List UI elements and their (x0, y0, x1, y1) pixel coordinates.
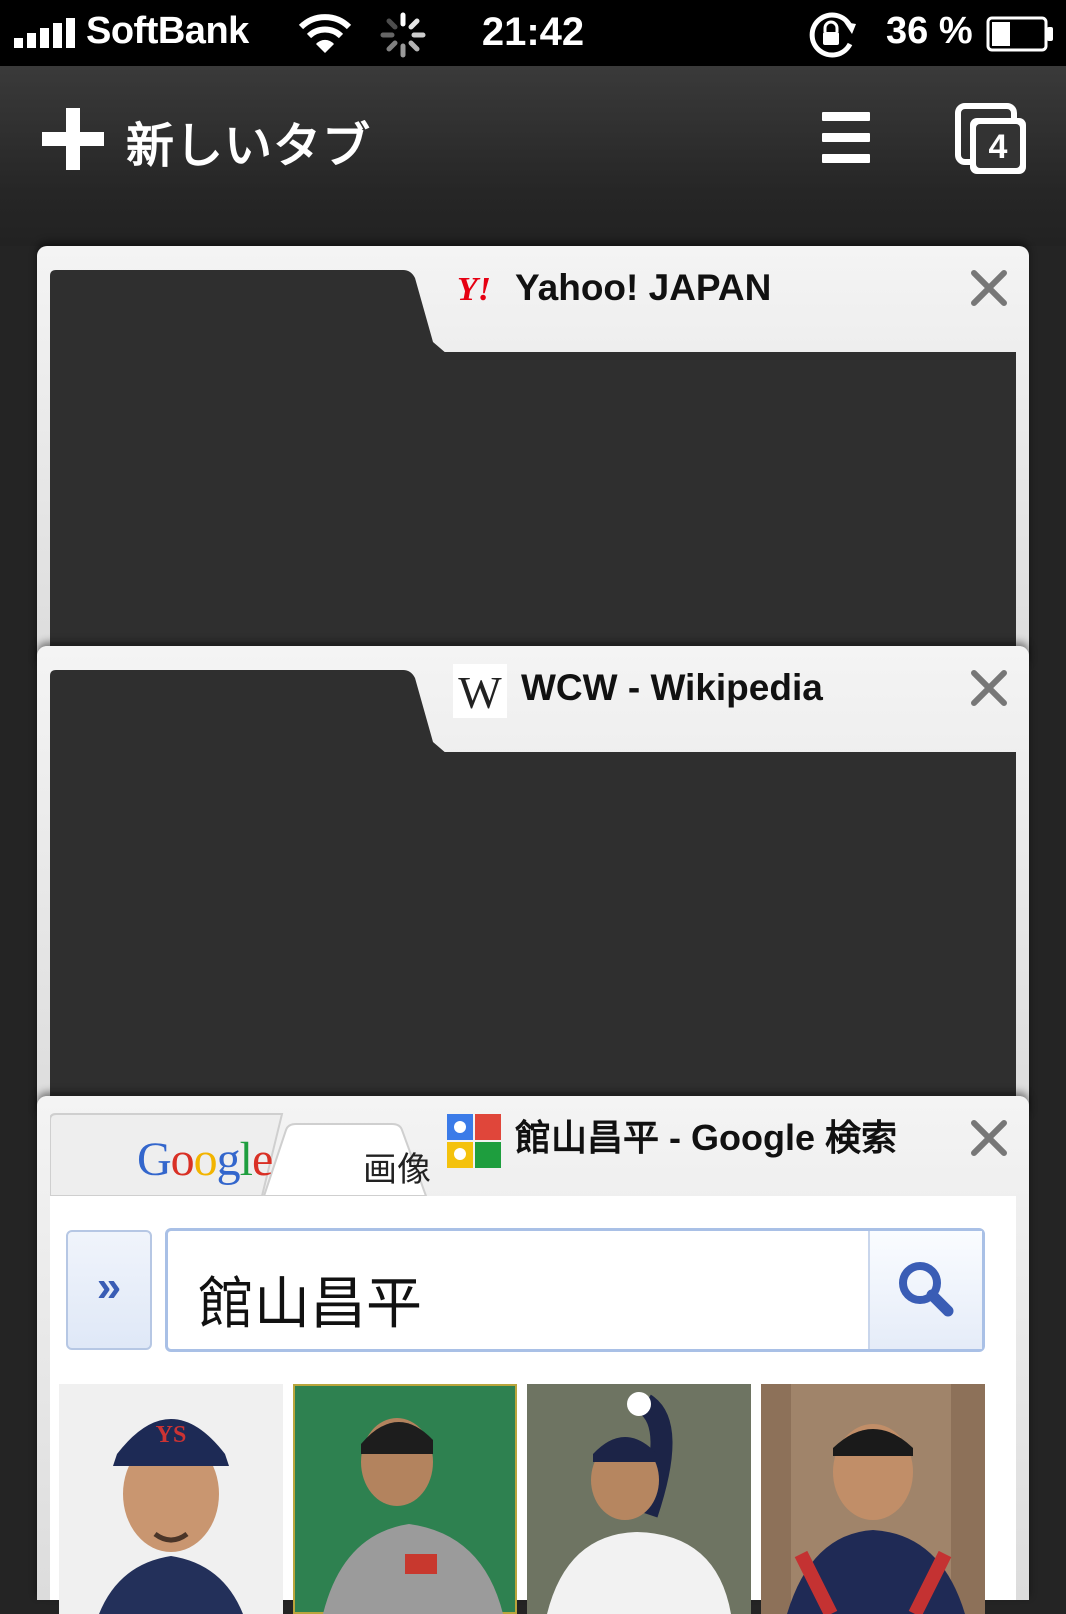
search-icon (899, 1262, 954, 1317)
battery-percent: 36 % (886, 10, 973, 52)
tab-card-google[interactable]: Google 画像 館山昌平 - Google 検索 » 館山昌平 YS (37, 1096, 1029, 1614)
tab-title: WCW - Wikipedia (521, 667, 823, 708)
close-icon[interactable] (969, 1118, 1009, 1158)
google-logo[interactable]: Google (137, 1132, 273, 1187)
google-page-preview: » 館山昌平 YS (50, 1196, 1016, 1614)
more-button[interactable]: » (66, 1230, 152, 1350)
player-photo-1: YS (59, 1384, 283, 1614)
close-icon[interactable] (969, 668, 1009, 708)
battery-icon (986, 16, 1053, 52)
status-bar: SoftBank 21:42 36 % (0, 0, 1066, 66)
plus-icon[interactable] (42, 108, 104, 170)
google-icon (447, 1114, 501, 1168)
new-tab-button[interactable]: 新しいタブ (126, 106, 371, 176)
tab-title: 館山昌平 - Google 検索 (515, 1117, 897, 1158)
svg-text:W: W (458, 667, 502, 718)
tab-title: Yahoo! JAPAN (515, 267, 772, 308)
image-result-4[interactable] (761, 1384, 985, 1614)
tabs-icon[interactable]: 4 (954, 102, 1030, 178)
player-photo-4 (761, 1384, 985, 1614)
tab-card-wikipedia[interactable]: W WCW - Wikipedia (37, 646, 1029, 1116)
svg-text:Y!: Y! (457, 271, 491, 308)
tab-card-yahoo[interactable]: Y! Yahoo! JAPAN (37, 246, 1029, 666)
search-button[interactable] (868, 1231, 982, 1349)
tab-count: 4 (989, 128, 1008, 166)
toolbar: 新しいタブ 4 (0, 66, 1066, 246)
menu-icon[interactable] (822, 110, 870, 166)
player-photo-3 (527, 1384, 751, 1614)
svg-text:YS: YS (156, 1422, 187, 1448)
close-icon[interactable] (969, 268, 1009, 308)
images-tab[interactable]: 画像 (363, 1142, 431, 1191)
search-query[interactable]: 館山昌平 (198, 1259, 422, 1340)
yahoo-icon: Y! (457, 271, 491, 308)
search-input[interactable]: 館山昌平 (165, 1228, 985, 1352)
rotation-lock-icon (809, 12, 856, 58)
wikipedia-icon: W (453, 664, 507, 718)
image-result-1[interactable]: YS (59, 1384, 283, 1614)
image-result-3[interactable] (527, 1384, 751, 1614)
player-photo-2 (293, 1384, 517, 1614)
image-result-2[interactable] (293, 1384, 517, 1614)
